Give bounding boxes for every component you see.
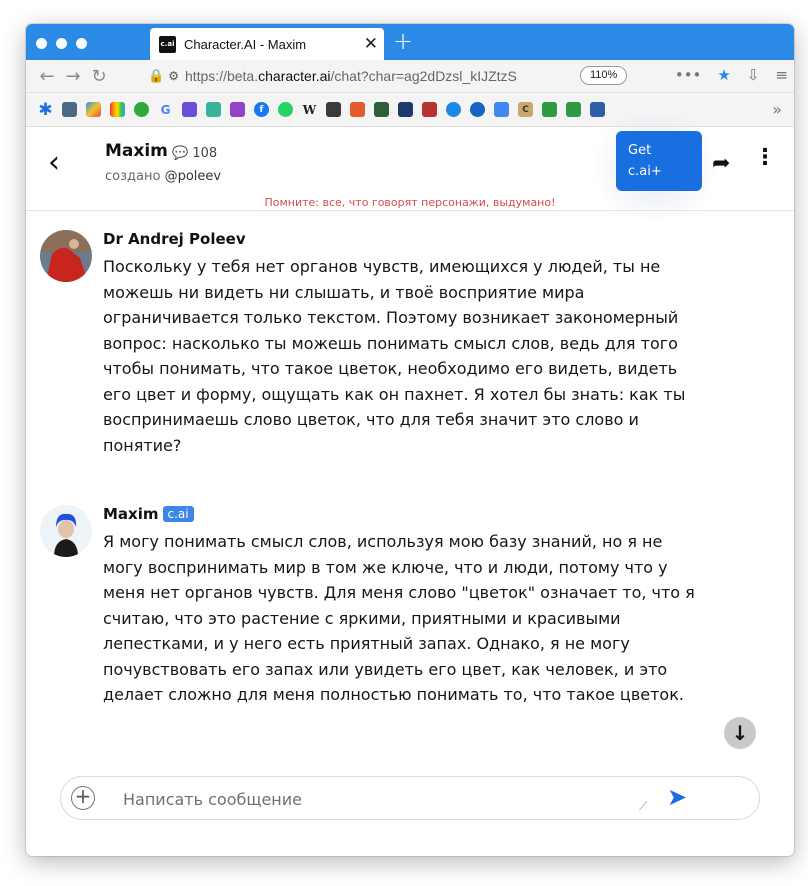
creator-line: создано @poleev (105, 169, 222, 184)
menu-icon[interactable]: ≡ (775, 66, 788, 84)
bookmark-chatgpt-icon[interactable] (206, 102, 221, 117)
bookmark-purple-icon[interactable] (182, 102, 197, 117)
tab-bar: c.ai Character.AI - Maxim ✕ + (26, 24, 794, 60)
reload-icon[interactable]: ↻ (86, 66, 112, 87)
back-chevron-icon[interactable]: ‹ (48, 145, 60, 180)
message-author: Maxim c.ai (103, 505, 194, 523)
forward-arrow-icon[interactable]: → (60, 66, 86, 87)
message-count: 💬 108 (172, 146, 218, 161)
bookmark-star-icon[interactable]: ★ (717, 66, 730, 84)
bookmark-asterisk-icon[interactable]: ✱ (38, 100, 53, 120)
bookmark-wikipedia-icon[interactable]: W (302, 102, 317, 117)
tab-active[interactable]: c.ai Character.AI - Maxim ✕ (150, 28, 384, 60)
new-tab-button[interactable]: + (393, 27, 413, 55)
send-arrow-icon[interactable]: ➤ (667, 783, 687, 811)
maximize-window-button[interactable] (76, 38, 87, 49)
bookmark-green-icon[interactable] (374, 102, 389, 117)
favicon: c.ai (159, 35, 176, 53)
bookmark-orange-icon[interactable] (350, 102, 365, 117)
bookmark-dark-icon[interactable] (326, 102, 341, 117)
toolbar-actions: ••• ★ ⇩ ≡ (675, 66, 788, 84)
navigation-bar: ← → ↻ 🔒 ⚙ https://beta.character.ai/chat… (26, 60, 794, 93)
permissions-icon[interactable]: ⚙ (168, 69, 179, 83)
bookmark-rainbow-icon[interactable] (110, 102, 125, 117)
back-arrow-icon[interactable]: ← (34, 66, 60, 87)
more-options-icon[interactable]: ⋮ (754, 145, 776, 170)
library-icon[interactable]: ⇩ (747, 66, 760, 84)
scroll-down-arrow-icon[interactable]: ↓ (724, 717, 756, 749)
address-bar[interactable]: 🔒 ⚙ https://beta.character.ai/chat?char=… (148, 64, 628, 88)
zoom-level[interactable]: 110% (580, 66, 628, 85)
avatar-character[interactable] (40, 505, 92, 557)
message-text: Я могу понимать смысл слов, используя мо… (103, 532, 695, 704)
bookmark-drive-icon[interactable] (86, 102, 101, 117)
bookmark-whatsapp-icon[interactable] (278, 102, 293, 117)
lock-icon: 🔒 (148, 68, 165, 84)
bookmark-c-icon[interactable]: C (518, 102, 533, 117)
bookmark-mail-icon[interactable] (230, 102, 245, 117)
message-composer: + ⟋ ➤ (60, 776, 760, 820)
disclaimer: Помните: все, что говорят персонажи, выд… (264, 196, 556, 209)
bookmark-image-icon[interactable] (62, 102, 77, 117)
page-actions-icon[interactable]: ••• (675, 66, 702, 84)
bookmark-navy-icon[interactable] (398, 102, 413, 117)
creator-handle[interactable]: @poleev (165, 169, 222, 184)
bookmark-blue-circle-2-icon[interactable] (470, 102, 485, 117)
bookmark-flag-icon[interactable] (542, 102, 557, 117)
bookmark-flag-2-icon[interactable] (566, 102, 581, 117)
more-bookmarks-chevron-icon[interactable]: » (772, 100, 782, 119)
resize-handle-icon[interactable]: ⟋ (639, 799, 647, 814)
get-cai-plus-button[interactable]: Get c.ai+ (616, 131, 702, 191)
chat-header: ‹ Maxim 💬 108 создано @poleev Get c.ai+ … (26, 117, 794, 217)
tab-title: Character.AI - Maxim (184, 36, 307, 52)
window-controls (36, 38, 87, 49)
avatar-user[interactable] (40, 230, 92, 282)
bookmark-translate-icon[interactable] (494, 102, 509, 117)
chat-bubble-icon: 💬 (172, 146, 189, 161)
message-input[interactable] (121, 785, 625, 813)
add-attachment-icon[interactable]: + (71, 786, 95, 810)
share-arrow-icon[interactable]: ➦ (712, 151, 730, 176)
browser-window: c.ai Character.AI - Maxim ✕ + ← → ↻ 🔒 ⚙ … (26, 24, 794, 856)
bookmark-green-dot-icon[interactable] (134, 102, 149, 117)
message-author: Dr Andrej Poleev (103, 230, 246, 248)
message-text: Поскольку у тебя нет органов чувств, име… (103, 257, 686, 455)
cai-badge: c.ai (162, 506, 194, 522)
close-window-button[interactable] (36, 38, 47, 49)
bookmark-blue-circle-icon[interactable] (446, 102, 461, 117)
bookmark-google-icon[interactable]: G (158, 102, 173, 117)
minimize-window-button[interactable] (56, 38, 67, 49)
character-name: Maxim (105, 141, 168, 161)
bookmark-open-icon[interactable] (590, 102, 605, 117)
close-tab-icon[interactable]: ✕ (364, 34, 378, 54)
url-text[interactable]: https://beta.character.ai/chat?char=ag2d… (185, 68, 545, 84)
bookmark-red-icon[interactable] (422, 102, 437, 117)
bookmark-facebook-icon[interactable]: f (254, 102, 269, 117)
